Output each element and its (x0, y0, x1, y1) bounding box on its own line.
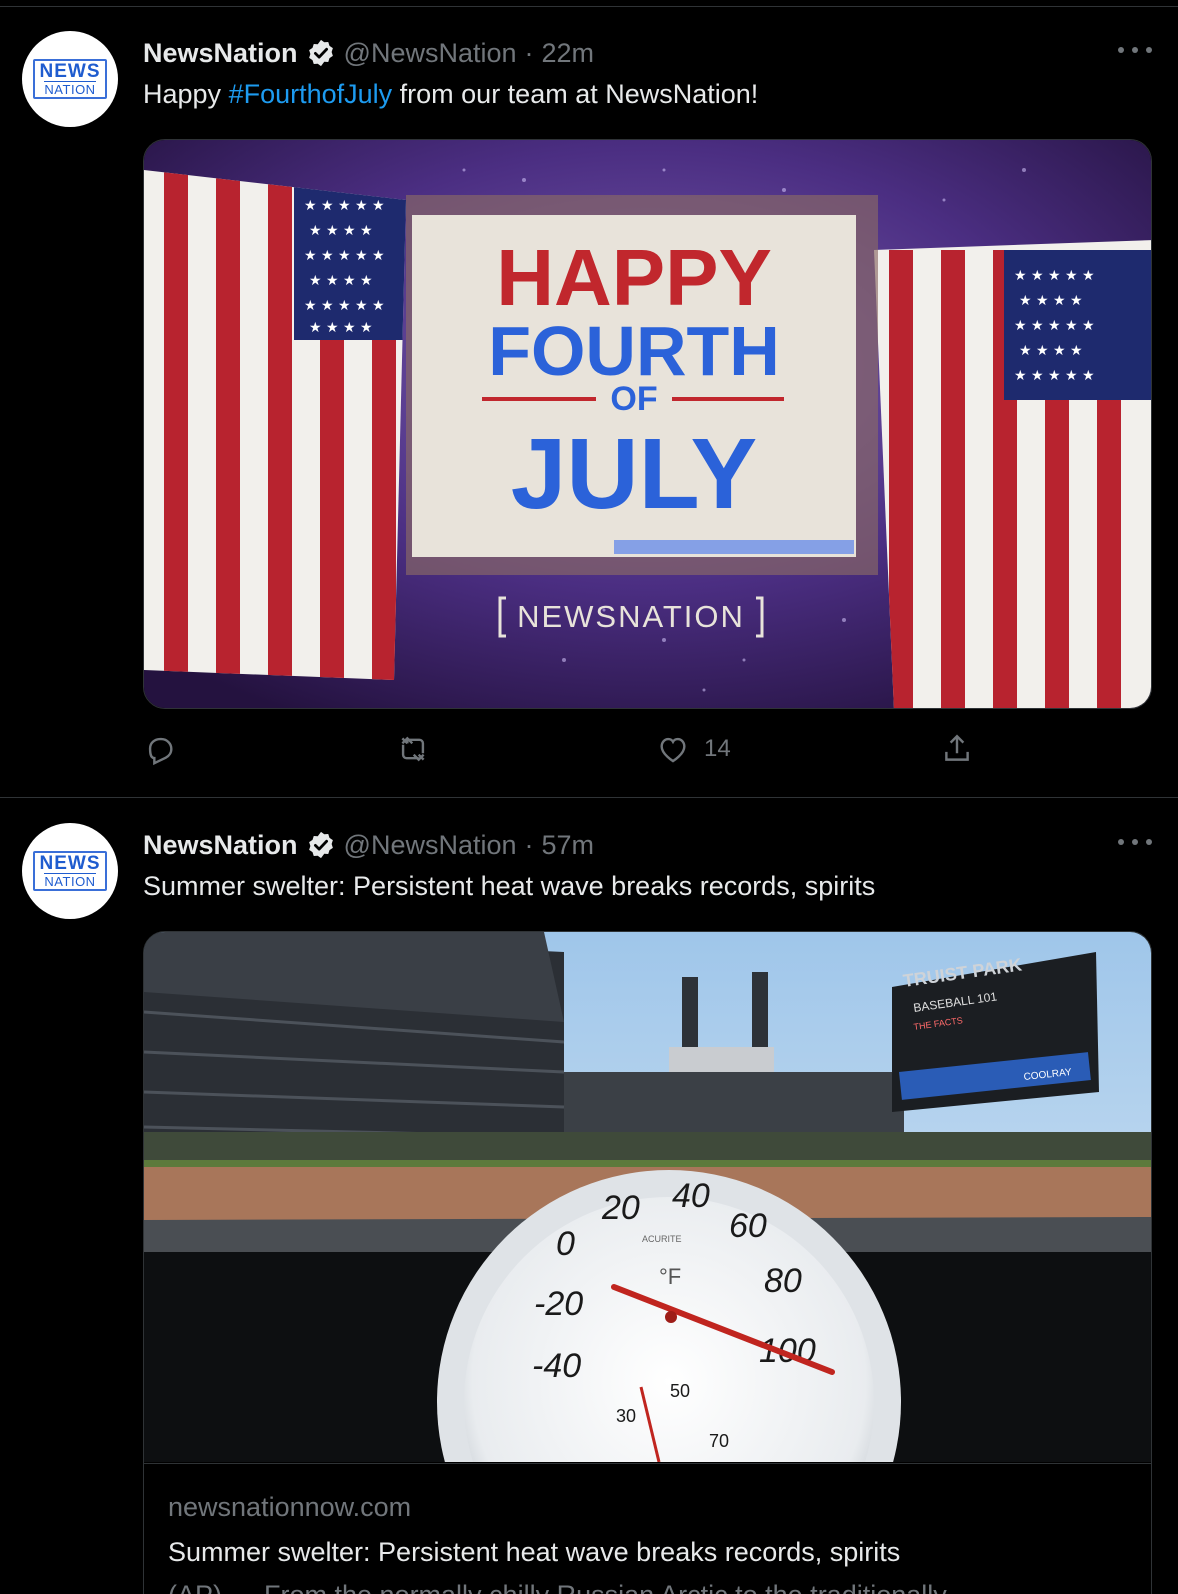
tweet-text-prefix: Happy (143, 79, 229, 109)
author-name[interactable]: NewsNation (143, 38, 298, 69)
tweet-text: Summer swelter: Persistent heat wave bre… (143, 871, 876, 901)
reply-button[interactable] (143, 729, 177, 769)
more-icon[interactable] (1118, 45, 1152, 55)
dial-tick: 20 (601, 1189, 640, 1227)
dial-inner-tick: 50 (670, 1381, 690, 1401)
timestamp[interactable]: 57m (542, 830, 595, 861)
card-image: TRUIST PARK BASEBALL 101 THE FACTS COOLR… (144, 932, 1151, 1462)
dial-tick: 80 (764, 1262, 802, 1300)
retweet-button[interactable] (396, 729, 430, 769)
like-count: 14 (704, 735, 731, 762)
like-icon (660, 737, 686, 763)
svg-text:★ ★ ★ ★ ★: ★ ★ ★ ★ ★ (1014, 318, 1095, 334)
card-domain: newsnationnow.com (168, 1492, 412, 1522)
dial-tick: -20 (534, 1285, 583, 1323)
svg-text:★ ★ ★ ★ ★: ★ ★ ★ ★ ★ (304, 248, 385, 264)
svg-text:★ ★ ★ ★: ★ ★ ★ ★ (309, 320, 373, 336)
newsnation-logo: NEWS NATION (33, 851, 107, 891)
verified-badge-icon (308, 831, 333, 859)
graphic-line-happy: HAPPY (496, 233, 772, 322)
dial-tick: 40 (672, 1177, 710, 1215)
retweet-icon (401, 736, 425, 762)
avatar[interactable]: NEWS NATION (22, 31, 118, 127)
svg-text:★ ★ ★ ★ ★: ★ ★ ★ ★ ★ (304, 298, 385, 314)
card-description: (AP) — From the normally chilly Russian … (168, 1580, 1129, 1594)
graphic-line-of: OF (610, 380, 657, 418)
link-card[interactable]: TRUIST PARK BASEBALL 101 THE FACTS COOLR… (143, 931, 1152, 1594)
fourth-of-july-graphic: ★ ★ ★ ★ ★ ★ ★ ★ ★ ★ ★ ★ ★ ★ ★ ★ ★ ★ ★ ★ … (144, 140, 1151, 708)
svg-text:★ ★ ★ ★: ★ ★ ★ ★ (309, 223, 373, 239)
reply-icon (148, 737, 173, 766)
dial-brand: ACURITE (642, 1234, 682, 1244)
avatar-logo-line2: NATION (44, 873, 96, 889)
svg-text:★ ★ ★ ★ ★: ★ ★ ★ ★ ★ (304, 198, 385, 214)
share-icon (945, 734, 969, 761)
more-icon[interactable] (1118, 837, 1152, 847)
dial-tick: 60 (729, 1207, 767, 1245)
svg-text:★ ★ ★ ★: ★ ★ ★ ★ (1019, 293, 1083, 309)
dial-inner-tick: 70 (709, 1431, 729, 1451)
tweet-text-suffix: from our team at NewsNation! (392, 79, 759, 109)
svg-text:★ ★ ★ ★: ★ ★ ★ ★ (1019, 343, 1083, 359)
avatar-logo-line2: NATION (44, 81, 96, 97)
newsnation-logo: NEWS NATION (33, 59, 107, 99)
share-button[interactable] (940, 729, 974, 769)
graphic-line-fourth: FOURTH (488, 312, 780, 390)
tweet-image[interactable]: ★ ★ ★ ★ ★ ★ ★ ★ ★ ★ ★ ★ ★ ★ ★ ★ ★ ★ ★ ★ … (143, 139, 1152, 709)
avatar-logo-line1: NEWS (39, 61, 101, 82)
ballpark-thermometer-photo: TRUIST PARK BASEBALL 101 THE FACTS COOLR… (144, 932, 1151, 1462)
svg-text:★ ★ ★ ★: ★ ★ ★ ★ (309, 273, 373, 289)
card-title: Summer swelter: Persistent heat wave bre… (168, 1537, 901, 1567)
tweet-actions: 14 (143, 729, 1023, 769)
tweet[interactable]: NEWS NATION NewsNation @NewsNation · 22m… (0, 7, 1178, 798)
dial-tick: 0 (556, 1225, 575, 1263)
dial-tick: -40 (532, 1347, 581, 1385)
card-body: newsnationnow.com Summer swelter: Persis… (144, 1463, 1151, 1594)
like-button[interactable]: 14 (656, 729, 731, 769)
tweet-header: NewsNation @NewsNation · 22m (143, 35, 594, 71)
graphic-brand: NEWSNATION (517, 599, 745, 634)
svg-text:★ ★ ★ ★ ★: ★ ★ ★ ★ ★ (1014, 268, 1095, 284)
avatar[interactable]: NEWS NATION (22, 823, 118, 919)
hashtag-link[interactable]: #FourthofJuly (229, 79, 393, 109)
avatar-logo-line1: NEWS (39, 853, 101, 874)
dial-inner-tick: 30 (616, 1406, 636, 1426)
tweet[interactable]: NEWS NATION NewsNation @NewsNation · 57m… (0, 799, 1178, 1594)
svg-text:★ ★ ★ ★ ★: ★ ★ ★ ★ ★ (1014, 368, 1095, 384)
graphic-line-july: JULY (511, 418, 757, 530)
author-handle[interactable]: @NewsNation (344, 38, 517, 69)
tweet-header: NewsNation @NewsNation · 57m (143, 827, 594, 863)
dial-unit: °F (659, 1264, 681, 1289)
separator-dot: · (524, 829, 534, 860)
author-name[interactable]: NewsNation (143, 830, 298, 861)
verified-badge-icon (308, 39, 333, 67)
tweet-text: Happy #FourthofJuly from our team at New… (143, 79, 758, 110)
author-handle[interactable]: @NewsNation (344, 830, 517, 861)
separator-dot: · (524, 37, 534, 68)
timestamp[interactable]: 22m (542, 38, 595, 69)
